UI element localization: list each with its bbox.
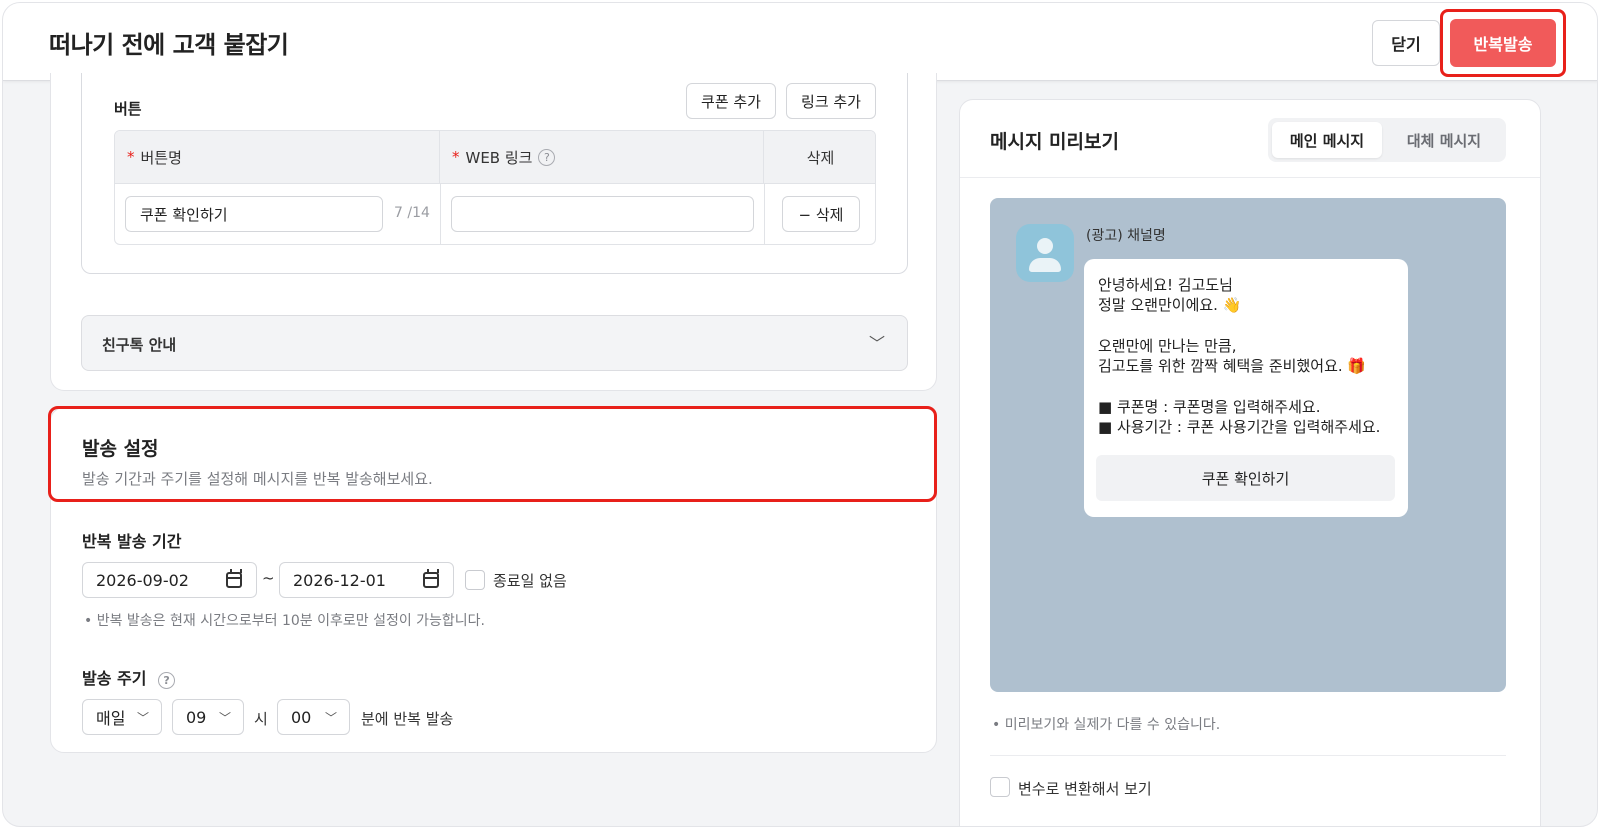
tab-main-message[interactable]: 메인 메시지	[1272, 122, 1382, 158]
required-mark: *	[452, 148, 460, 166]
button-name-input[interactable]: 쿠폰 확인하기	[125, 196, 383, 232]
hour-select[interactable]: 09 ﹀	[172, 699, 244, 735]
variable-view-label: 변수로 변환해서 보기	[1018, 780, 1152, 798]
friendtalk-guide-accordion[interactable]: 친구톡 안내 ﹀	[81, 315, 908, 371]
app-window: 떠나기 전에 고객 붙잡기 닫기 반복발송 버튼 쿠폰 추가 링크 추가 * 버…	[2, 2, 1598, 827]
preview-note: • 미리보기와 실제가 다를 수 있습니다.	[992, 717, 1221, 733]
column-header-web-link: * WEB 링크 ?	[440, 131, 764, 183]
message-line: 김고도를 위한 깜짝 혜택을 준비했어요. 🎁	[1098, 357, 1367, 375]
column-label: 버튼명	[140, 148, 182, 167]
message-line: 정말 오랜만이에요. 👋	[1098, 296, 1242, 314]
divider	[960, 177, 1540, 178]
repeat-period-label: 반복 발송 기간	[82, 532, 182, 551]
column-label: 삭제	[806, 148, 835, 167]
page-title: 떠나기 전에 고객 붙잡기	[49, 31, 289, 59]
top-header: 떠나기 전에 고객 붙잡기 닫기 반복발송	[3, 3, 1597, 81]
chevron-down-icon: ﹀	[324, 711, 337, 725]
help-icon[interactable]: ?	[158, 672, 176, 689]
avatar-icon	[1016, 224, 1074, 282]
message-preview-card: 메시지 미리보기 메인 메시지 대체 메시지 (광고) 채널명 안녕하세요! 김…	[959, 99, 1541, 826]
char-counter: 7 /14	[394, 205, 430, 221]
end-date-input[interactable]: 2026-12-01	[279, 562, 454, 598]
channel-name: (광고) 채널명	[1086, 228, 1166, 244]
send-cycle-label: 발송 주기 ?	[82, 665, 176, 689]
no-end-date-checkbox[interactable]	[465, 570, 485, 590]
close-button[interactable]: 닫기	[1372, 20, 1440, 66]
add-link-button[interactable]: 링크 추가	[786, 83, 876, 119]
app-frame: 떠나기 전에 고객 붙잡기 닫기 반복발송 버튼 쿠폰 추가 링크 추가 * 버…	[0, 0, 1600, 829]
variable-view-checkbox[interactable]	[990, 777, 1010, 797]
web-link-input[interactable]	[451, 196, 754, 232]
start-date-input[interactable]: 2026-09-02	[82, 562, 257, 598]
minute-select[interactable]: 00 ﹀	[277, 699, 350, 735]
message-line: 오랜만에 만나는 만큼,	[1098, 337, 1237, 355]
minute-value: 00	[291, 707, 312, 727]
frequency-select[interactable]: 매일 ﹀	[82, 699, 162, 735]
column-label: WEB 링크	[465, 148, 533, 167]
start-date-value: 2026-09-02	[96, 570, 189, 590]
table-divider	[115, 183, 875, 184]
bubble-coupon-button[interactable]: 쿠폰 확인하기	[1096, 455, 1395, 501]
buttons-section-label: 버튼	[114, 100, 142, 118]
table-divider	[440, 183, 441, 244]
repeat-send-button[interactable]: 반복발송	[1450, 19, 1556, 67]
message-line: ■ 쿠폰명 : 쿠폰명을 입력해주세요.	[1098, 398, 1321, 416]
hour-unit: 시	[254, 710, 268, 728]
end-date-value: 2026-12-01	[293, 570, 386, 590]
avatar-head	[1037, 238, 1053, 254]
chevron-down-icon: ﹀	[136, 711, 149, 725]
help-icon[interactable]: ?	[538, 148, 556, 166]
chevron-down-icon: ﹀	[218, 711, 231, 725]
no-end-date-label: 종료일 없음	[493, 572, 567, 590]
message-bubble: 안녕하세요! 김고도님 정말 오랜만이에요. 👋 오랜만에 만나는 만큼, 김고…	[1084, 259, 1408, 517]
calendar-icon	[226, 569, 242, 588]
buttons-table: * 버튼명 * WEB 링크 ? 삭제 쿠폰 확인하기 7 /14 − 삭제	[114, 130, 876, 245]
frequency-value: 매일	[96, 709, 126, 728]
calendar-icon	[423, 569, 439, 588]
add-coupon-button[interactable]: 쿠폰 추가	[686, 83, 776, 119]
message-line: 안녕하세요! 김고도님	[1098, 276, 1233, 294]
message-line: ■ 사용기간 : 쿠폰 사용기간을 입력해주세요.	[1098, 418, 1381, 436]
preview-title: 메시지 미리보기	[990, 131, 1119, 153]
column-header-button-name: * 버튼명	[115, 131, 440, 183]
minute-suffix: 분에 반복 발송	[361, 710, 454, 728]
avatar-body	[1029, 258, 1061, 272]
send-settings-highlight	[48, 406, 937, 502]
accordion-title: 친구톡 안내	[102, 336, 177, 354]
required-mark: *	[127, 148, 135, 166]
table-divider	[764, 183, 765, 244]
send-cycle-text: 발송 주기	[82, 669, 147, 688]
column-header-delete: 삭제	[764, 131, 875, 183]
tab-alternative-message[interactable]: 대체 메시지	[1386, 122, 1502, 158]
date-separator: ~	[262, 569, 275, 587]
hour-value: 09	[186, 707, 207, 727]
chat-preview-area: (광고) 채널명 안녕하세요! 김고도님 정말 오랜만이에요. 👋 오랜만에 만…	[990, 198, 1506, 692]
delete-row-button[interactable]: − 삭제	[782, 196, 860, 232]
preview-tabs: 메인 메시지 대체 메시지	[1268, 118, 1506, 162]
divider	[990, 755, 1506, 756]
button-settings-box: 버튼 쿠폰 추가 링크 추가 * 버튼명 * WEB 링크 ? 삭제 쿠폰 확인…	[81, 73, 908, 274]
period-note: • 반복 발송은 현재 시간으로부터 10분 이후로만 설정이 가능합니다.	[84, 613, 486, 629]
message-editor-card: 버튼 쿠폰 추가 링크 추가 * 버튼명 * WEB 링크 ? 삭제 쿠폰 확인…	[50, 73, 937, 391]
chevron-down-icon: ﹀	[868, 334, 885, 353]
